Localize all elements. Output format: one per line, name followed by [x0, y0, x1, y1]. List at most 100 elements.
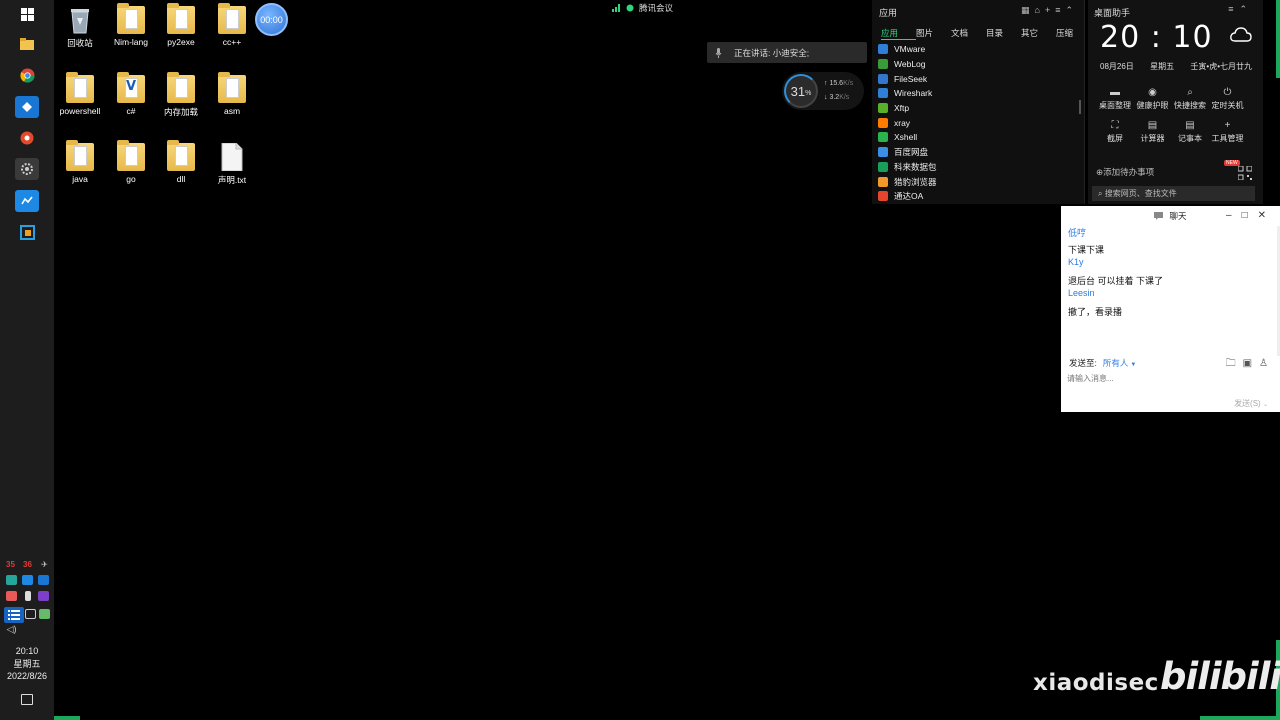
helper-lunar: 壬寅•虎•七月廿九 — [1190, 62, 1252, 71]
screenshot-icon[interactable]: ▣ — [1243, 358, 1259, 369]
recording-timer[interactable]: 00:00 — [255, 3, 288, 36]
notepad-icon: ▤ — [1185, 120, 1195, 131]
send-button[interactable]: 发送(S) ⌄ — [1234, 398, 1268, 409]
app-list-item[interactable]: Xshell — [878, 130, 937, 145]
app-blue-icon[interactable] — [15, 96, 39, 118]
signal-icon — [612, 4, 620, 12]
helper-button[interactable]: ◉ 健康护眼 — [1132, 87, 1174, 111]
virtualbox-icon[interactable] — [15, 221, 39, 243]
helper-header-icons[interactable]: ≡⌃ — [1228, 4, 1253, 15]
minimize-icon[interactable]: – — [1226, 210, 1242, 221]
desktop-icon[interactable]: asm — [199, 72, 265, 116]
desktop-icon[interactable]: 声明.txt — [199, 142, 265, 186]
app-list-scrollbar[interactable] — [1079, 100, 1081, 114]
tray-mail-icon[interactable] — [22, 575, 33, 585]
close-icon[interactable]: ✕ — [1258, 210, 1276, 221]
app-mail-icon[interactable] — [15, 190, 39, 212]
helper-button[interactable]: ⏻ 定时关机 — [1207, 87, 1249, 111]
chrome-icon[interactable] — [15, 64, 39, 86]
tray-gear-icon[interactable] — [6, 591, 17, 601]
chat-sender[interactable]: 低哼 — [1068, 226, 1086, 239]
app-icon — [878, 147, 888, 158]
app-tab[interactable]: 压缩 — [1056, 27, 1091, 40]
app-panel-header-icons[interactable]: ▦⌂+≡⌃ — [1021, 5, 1078, 16]
helper-button-label: 定时关机 — [1211, 101, 1244, 110]
burp-icon[interactable] — [15, 127, 39, 149]
tray-vm-icon[interactable] — [38, 591, 49, 601]
maximize-icon[interactable]: □ — [1242, 210, 1258, 221]
app-list-item[interactable]: 猎豹浏览器 — [878, 174, 937, 189]
app-tab[interactable]: 应用 — [881, 27, 916, 40]
app-list-item[interactable]: VMware — [878, 42, 937, 57]
chat-titlebar[interactable]: 聊天 –□✕ — [1061, 206, 1280, 226]
tray-shield-icon[interactable] — [6, 575, 17, 585]
folder-icon — [167, 72, 195, 103]
download-unit: K/s — [839, 94, 850, 101]
folder-icon — [117, 3, 145, 34]
desktop-organize-icon: ▬ — [1110, 87, 1120, 98]
helper-button[interactable]: ▤ 记事本 — [1169, 120, 1211, 144]
tray-list-icon[interactable] — [4, 607, 24, 623]
app-tab[interactable]: 文档 — [951, 27, 986, 40]
helper-button[interactable]: ⌕ 快捷搜索 — [1169, 87, 1211, 111]
send-to-dropdown[interactable]: 所有人 — [1103, 358, 1129, 368]
folder-icon — [117, 140, 145, 171]
chat-message-input[interactable] — [1067, 374, 1207, 383]
helper-date-row: 08月26日 星期五 壬寅•虎•七月廿九 — [1100, 61, 1260, 72]
taskbar-clock[interactable]: 20:10 星期五 2022/8/26 — [0, 645, 54, 683]
tray-plane-icon[interactable]: ✈ — [39, 560, 50, 570]
app-list-item[interactable]: xray — [878, 115, 937, 130]
app-list-item[interactable]: 通达OA — [878, 189, 937, 204]
helper-button[interactable]: ⛶ 截屏 — [1094, 120, 1136, 144]
helper-title: 桌面助手 — [1094, 8, 1131, 18]
helper-button[interactable]: ▤ 计算器 — [1132, 120, 1174, 144]
app-list-item[interactable]: 百度网盘 — [878, 145, 937, 160]
app-list-item[interactable]: Xftp — [878, 101, 937, 116]
app-list-item[interactable]: FileSeek — [878, 71, 937, 86]
folder-icon[interactable]: 🗀 — [1226, 358, 1243, 369]
folder-icon — [167, 140, 195, 171]
notification-center-icon[interactable] — [21, 694, 33, 705]
send-options-chevron-icon[interactable]: ⌄ — [1263, 402, 1268, 408]
file-explorer-icon[interactable] — [15, 33, 39, 55]
user-icon[interactable]: ♙ — [1259, 358, 1275, 369]
helper-button[interactable]: ▬ 桌面整理 — [1094, 87, 1136, 111]
speaking-indicator: 正在讲话: 小迪安全; — [707, 42, 867, 63]
tray-volume-icon[interactable]: ◁) — [6, 624, 17, 634]
app-icon — [878, 176, 888, 187]
tray-monitor-icon[interactable] — [25, 609, 36, 619]
desktop-icon-label: cc++ — [222, 37, 242, 47]
chat-message-text: 下课下课 — [1068, 245, 1105, 255]
helper-button[interactable]: + 工具管理 — [1207, 120, 1249, 144]
app-list-item[interactable]: 科来数据包 — [878, 160, 937, 175]
app-tab[interactable]: 目录 — [986, 27, 1021, 40]
send-to-label: 发送至: — [1069, 358, 1097, 368]
helper-button-label: 工具管理 — [1211, 134, 1244, 143]
chat-sender[interactable]: K1y — [1068, 257, 1084, 267]
upload-value: 15.6 — [829, 80, 844, 87]
search-icon: ⌕ — [1187, 87, 1193, 98]
tray-network-icon[interactable] — [39, 609, 50, 619]
desktop-icon[interactable]: cc++ — [199, 3, 265, 47]
add-todo-button[interactable]: ⊕添加待办事项 — [1096, 166, 1154, 178]
settings-gear-icon[interactable] — [15, 158, 39, 180]
qr-code-icon[interactable] — [1238, 166, 1252, 180]
app-tab[interactable]: 图片 — [916, 27, 951, 40]
microphone-icon — [715, 47, 722, 58]
tray-mic-icon[interactable] — [25, 591, 31, 601]
app-icon — [878, 161, 888, 172]
app-list-item[interactable]: WebLog — [878, 57, 937, 72]
meeting-title[interactable]: 腾讯会议 — [612, 2, 673, 14]
helper-search-input[interactable]: ⌕ 搜索网页、查找文件 — [1092, 186, 1255, 201]
app-list-item[interactable]: Wireshark — [878, 86, 937, 101]
windows-start-icon[interactable] — [15, 3, 39, 25]
tray-app-icon[interactable] — [38, 575, 49, 585]
app-tab[interactable]: 其它 — [1021, 27, 1056, 40]
chevron-down-icon[interactable]: ▼ — [1130, 362, 1136, 368]
tray-temp-2[interactable]: 36 — [22, 560, 33, 570]
tray-temp-1[interactable]: 35 — [5, 560, 16, 570]
network-monitor-widget[interactable]: 31% ↑ 15.6K/s ↓ 3.2K/s — [782, 72, 864, 110]
chat-message-text: 撤了，看录播 — [1068, 307, 1123, 317]
helper-button-label: 健康护眼 — [1136, 101, 1169, 110]
chat-sender[interactable]: Leesin — [1068, 288, 1095, 298]
